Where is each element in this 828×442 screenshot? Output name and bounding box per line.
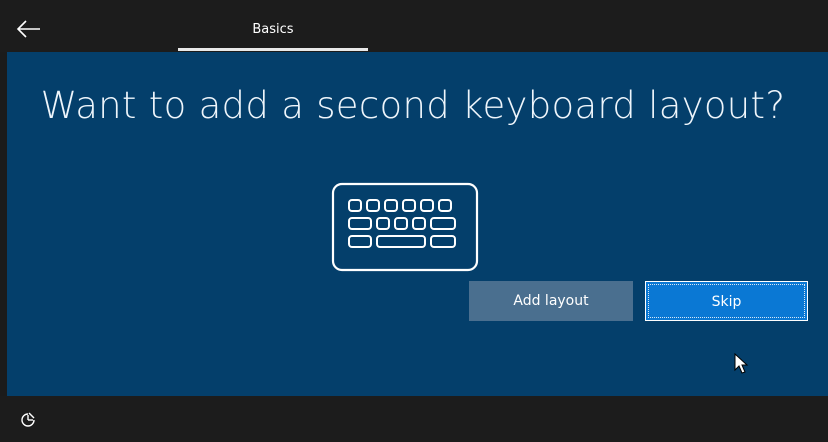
main-panel: Want to add a second keyboard layout? [7, 52, 828, 396]
accessibility-button[interactable] [20, 412, 36, 428]
keyboard-icon [331, 182, 479, 272]
add-layout-button[interactable]: Add layout [469, 281, 633, 321]
tab-basics[interactable]: Basics [178, 10, 368, 51]
tab-active-indicator [178, 48, 368, 51]
skip-button[interactable]: Skip [645, 281, 808, 321]
mouse-pointer-icon [734, 353, 749, 374]
top-bar: Basics [0, 0, 828, 52]
back-arrow-icon [16, 20, 40, 38]
page-title: Want to add a second keyboard layout? [40, 84, 786, 127]
ease-of-access-icon [21, 412, 35, 427]
bottom-bar [0, 396, 828, 442]
oobe-window: Basics Want to add a second keyboard lay… [0, 0, 828, 442]
back-button[interactable] [14, 14, 48, 44]
tab-basics-label: Basics [252, 22, 294, 37]
